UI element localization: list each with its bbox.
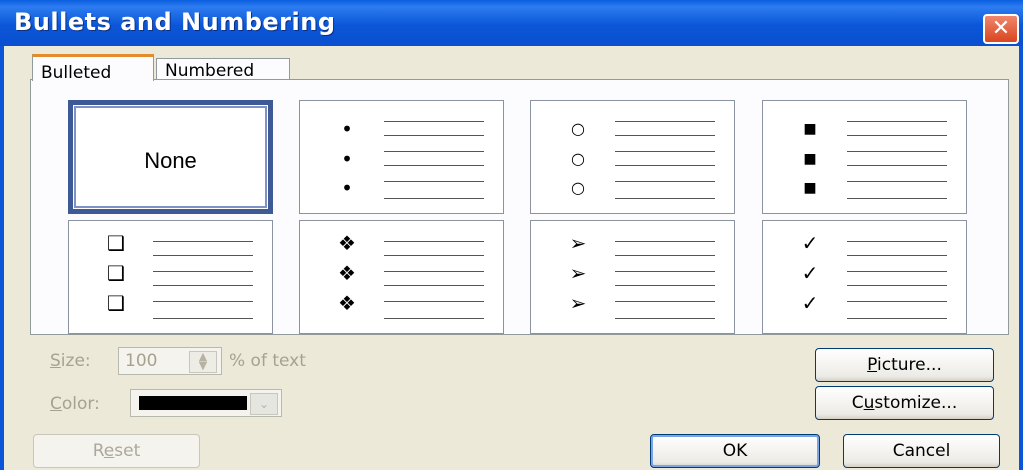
placeholder-line [153,271,253,272]
hollow-circle-icon: ○ [571,149,585,168]
color-dropdown[interactable]: ⌄ [130,389,282,417]
placeholder-line [847,241,947,242]
title-bar[interactable]: Bullets and Numbering ✕ [0,0,1023,46]
placeholder-line [615,241,715,242]
placeholder-line [615,135,715,136]
placeholder-line [615,181,715,182]
bullet-option-none[interactable]: None [68,100,273,214]
hollow-square-icon: ❑ [107,261,125,285]
placeholder-line [384,181,484,182]
customize-button[interactable]: Customize... [815,386,994,420]
size-spinner[interactable]: 100 ▲ ▼ [118,347,222,375]
placeholder-line [384,271,484,272]
hollow-square-icon: ❑ [107,231,125,255]
right-border [1019,46,1023,470]
placeholder-line [384,255,484,256]
placeholder-line [615,318,715,319]
placeholder-line [847,285,947,286]
placeholder-line [847,165,947,166]
placeholder-line [847,151,947,152]
checkmark-icon: ✓ [801,291,819,315]
placeholder-line [384,285,484,286]
spin-down-icon[interactable]: ▼ [190,360,216,371]
ok-button[interactable]: OK [650,434,820,468]
placeholder-line [615,165,715,166]
none-label: None [144,148,197,173]
filled-dot-icon: • [341,117,353,141]
four-diamond-icon: ❖ [338,231,356,255]
placeholder-line [615,151,715,152]
placeholder-line [153,241,253,242]
placeholder-line [615,285,715,286]
placeholder-line [847,318,947,319]
placeholder-line [384,165,484,166]
placeholder-line [153,285,253,286]
checkmark-icon: ✓ [801,231,819,255]
bullet-option-filled-square[interactable]: ■ ■ ■ [762,100,967,214]
color-label: Color: [50,394,100,414]
placeholder-line [615,121,715,122]
placeholder-line [847,271,947,272]
placeholder-line [384,135,484,136]
size-label: Size: [50,351,91,371]
bullet-option-filled-dot[interactable]: • • • [299,100,504,214]
size-value: 100 [125,351,158,371]
chevron-down-icon[interactable]: ⌄ [250,393,278,415]
checkmark-icon: ✓ [801,261,819,285]
placeholder-line [615,255,715,256]
arrowhead-icon: ➢ [569,231,587,255]
placeholder-line [384,318,484,319]
placeholder-line [847,135,947,136]
spin-arrows-icon[interactable]: ▲ ▼ [189,351,217,373]
reset-button[interactable]: Reset [33,434,200,468]
placeholder-line [847,121,947,122]
filled-dot-icon: • [341,176,353,200]
filled-square-icon: ■ [803,121,817,137]
filled-square-icon: ■ [803,151,817,167]
bullet-option-hollow-circle[interactable]: ○ ○ ○ [530,100,735,214]
placeholder-line [153,255,253,256]
hollow-square-icon: ❑ [107,291,125,315]
bullet-option-arrowhead[interactable]: ➢ ➢ ➢ [530,220,735,334]
four-diamond-icon: ❖ [338,261,356,285]
tab-bulleted-label: Bulleted [41,63,112,83]
placeholder-line [615,198,715,199]
color-swatch [139,396,247,410]
placeholder-line [153,318,253,319]
close-icon[interactable]: ✕ [983,14,1019,44]
bullet-option-checkmark[interactable]: ✓ ✓ ✓ [762,220,967,334]
left-border [0,46,4,470]
arrowhead-icon: ➢ [569,261,587,285]
filled-square-icon: ■ [803,180,817,196]
placeholder-line [615,271,715,272]
hollow-circle-icon: ○ [571,119,585,138]
hollow-circle-icon: ○ [571,178,585,197]
arrowhead-icon: ➢ [569,291,587,315]
placeholder-line [384,121,484,122]
placeholder-line [847,255,947,256]
picture-button[interactable]: Picture... [815,348,994,382]
placeholder-line [847,301,947,302]
tab-bulleted[interactable]: Bulleted [32,54,154,83]
placeholder-line [384,151,484,152]
placeholder-line [384,241,484,242]
placeholder-line [384,198,484,199]
dialog-title: Bullets and Numbering [14,8,336,36]
four-diamond-icon: ❖ [338,291,356,315]
placeholder-line [153,301,253,302]
placeholder-line [847,198,947,199]
bullets-numbering-dialog: Bullets and Numbering ✕ Bulleted Numbere… [0,0,1023,470]
cancel-button[interactable]: Cancel [843,434,1000,468]
tab-numbered-label: Numbered [165,61,255,81]
placeholder-line [847,181,947,182]
tab-numbered[interactable]: Numbered [156,58,290,81]
bullet-option-hollow-square[interactable]: ❑ ❑ ❑ [68,220,273,334]
filled-dot-icon: • [341,147,353,171]
bullet-option-four-diamond[interactable]: ❖ ❖ ❖ [299,220,504,334]
placeholder-line [384,301,484,302]
placeholder-line [615,301,715,302]
size-suffix: % of text [229,351,306,371]
